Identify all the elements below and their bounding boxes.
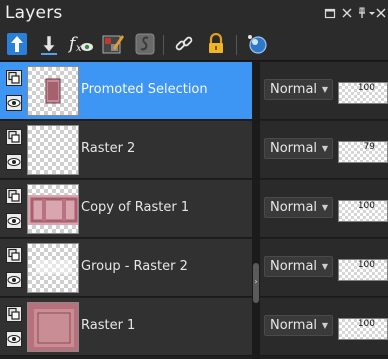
- layer-row[interactable]: Promoted Selection Normal ▼ 100: [0, 62, 388, 121]
- edit-layer-icon[interactable]: [100, 31, 126, 57]
- opacity-value: 100: [357, 319, 375, 329]
- opacity-slider[interactable]: 100: [338, 82, 388, 104]
- layer-row-controls: Normal ▼ 100: [260, 62, 388, 120]
- layer-name[interactable]: Copy of Raster 1: [81, 200, 189, 215]
- mask-circle-icon[interactable]: [244, 31, 270, 57]
- opacity-slider[interactable]: 100: [338, 318, 388, 340]
- layer-row-left[interactable]: Raster 1: [0, 298, 252, 356]
- opacity-value: 100: [357, 83, 375, 93]
- blend-mode-dropdown[interactable]: Normal ▼: [264, 256, 333, 277]
- blend-mode-value: Normal: [270, 141, 318, 156]
- opacity-slider[interactable]: 79: [338, 141, 388, 163]
- blend-mode-dropdown[interactable]: Normal ▼: [264, 79, 333, 100]
- layer-thumbnail[interactable]: [27, 66, 79, 116]
- layer-row-controls: Normal ▼ 100: [260, 239, 388, 297]
- blend-mode-value: Normal: [270, 82, 318, 97]
- layer-thumbnail[interactable]: [27, 243, 79, 293]
- eye-icon[interactable]: [6, 154, 22, 170]
- panel-title-bar: Layers: [0, 0, 388, 29]
- layer-name[interactable]: Group - Raster 2: [81, 259, 188, 274]
- layer-row-left[interactable]: Raster 2: [0, 121, 252, 179]
- blend-mode-dropdown[interactable]: Normal ▼: [264, 138, 333, 159]
- toolbar-separator: [163, 35, 164, 55]
- chevron-down-icon: ▼: [321, 321, 328, 330]
- lock-icon[interactable]: [203, 31, 229, 57]
- blend-mode-dropdown[interactable]: Normal ▼: [264, 197, 333, 218]
- eye-icon[interactable]: [6, 331, 22, 347]
- layer-visibility-toggle-icon[interactable]: [6, 188, 22, 204]
- fx-eye-icon[interactable]: fx: [68, 31, 94, 57]
- eye-icon[interactable]: [6, 213, 22, 229]
- blend-mode-dropdown[interactable]: Normal ▼: [264, 315, 333, 336]
- blend-mode-value: Normal: [270, 318, 318, 333]
- eye-icon[interactable]: [6, 95, 22, 111]
- toolbar-separator: [236, 35, 237, 55]
- layer-name[interactable]: Raster 2: [81, 141, 135, 156]
- opacity-fill: [377, 142, 387, 162]
- chevron-down-icon: ▼: [321, 144, 328, 153]
- opacity-slider[interactable]: 100: [338, 200, 388, 222]
- layer-row-controls: Normal ▼ 100: [260, 298, 388, 356]
- layer-row-left[interactable]: Copy of Raster 1: [0, 180, 252, 238]
- eye-icon[interactable]: [6, 272, 22, 288]
- layer-row[interactable]: Raster 2 Normal ▼ 79: [0, 121, 388, 180]
- splitter-handle[interactable]: ›: [253, 263, 259, 303]
- layer-name[interactable]: Promoted Selection: [81, 82, 208, 97]
- layers-list: Promoted Selection Normal ▼ 100 Raster 2 …: [0, 62, 388, 359]
- layer-row[interactable]: Copy of Raster 1 Normal ▼ 100: [0, 180, 388, 239]
- layer-visibility-toggle-icon[interactable]: [6, 306, 22, 322]
- layer-visibility-toggle-icon[interactable]: [6, 247, 22, 263]
- close-icon[interactable]: [341, 7, 353, 19]
- layers-toolbar: fx: [0, 29, 388, 61]
- chevron-down-icon: ▼: [321, 262, 328, 271]
- layer-visibility-toggle-icon[interactable]: [6, 129, 22, 145]
- script-icon[interactable]: [132, 31, 158, 57]
- layer-row-left[interactable]: Promoted Selection: [0, 62, 252, 120]
- chevron-right-icon: ›: [254, 277, 258, 286]
- chevron-down-icon: ▼: [321, 85, 328, 94]
- layer-name[interactable]: Raster 1: [81, 318, 135, 333]
- blend-mode-value: Normal: [270, 259, 318, 274]
- opacity-value: 79: [363, 142, 375, 152]
- layer-visibility-toggle-icon[interactable]: [6, 70, 22, 86]
- restore-icon[interactable]: [324, 7, 336, 19]
- layer-row[interactable]: Raster 1 Normal ▼ 100: [0, 298, 388, 357]
- layer-thumbnail[interactable]: [27, 184, 79, 234]
- layer-row-controls: Normal ▼ 100: [260, 180, 388, 238]
- svg-text:x: x: [76, 43, 82, 54]
- blend-mode-value: Normal: [270, 200, 318, 215]
- opacity-value: 100: [357, 201, 375, 211]
- arrange-down-icon[interactable]: [36, 31, 62, 57]
- panel-splitter[interactable]: [252, 62, 260, 359]
- chevron-down-icon: ▼: [321, 203, 328, 212]
- link-icon[interactable]: [171, 31, 197, 57]
- opacity-value: 100: [357, 260, 375, 270]
- close-panel-icon[interactable]: [375, 7, 387, 19]
- panel-title: Layers: [5, 3, 63, 23]
- layer-row-controls: Normal ▼ 79: [260, 121, 388, 179]
- arrange-up-icon[interactable]: [4, 31, 30, 57]
- opacity-slider[interactable]: 100: [338, 259, 388, 281]
- layer-thumbnail[interactable]: [27, 125, 79, 175]
- layer-row-left[interactable]: Group - Raster 2: [0, 239, 252, 297]
- layer-row[interactable]: Group - Raster 2 Normal ▼ 100: [0, 239, 388, 298]
- layer-thumbnail[interactable]: [27, 302, 79, 352]
